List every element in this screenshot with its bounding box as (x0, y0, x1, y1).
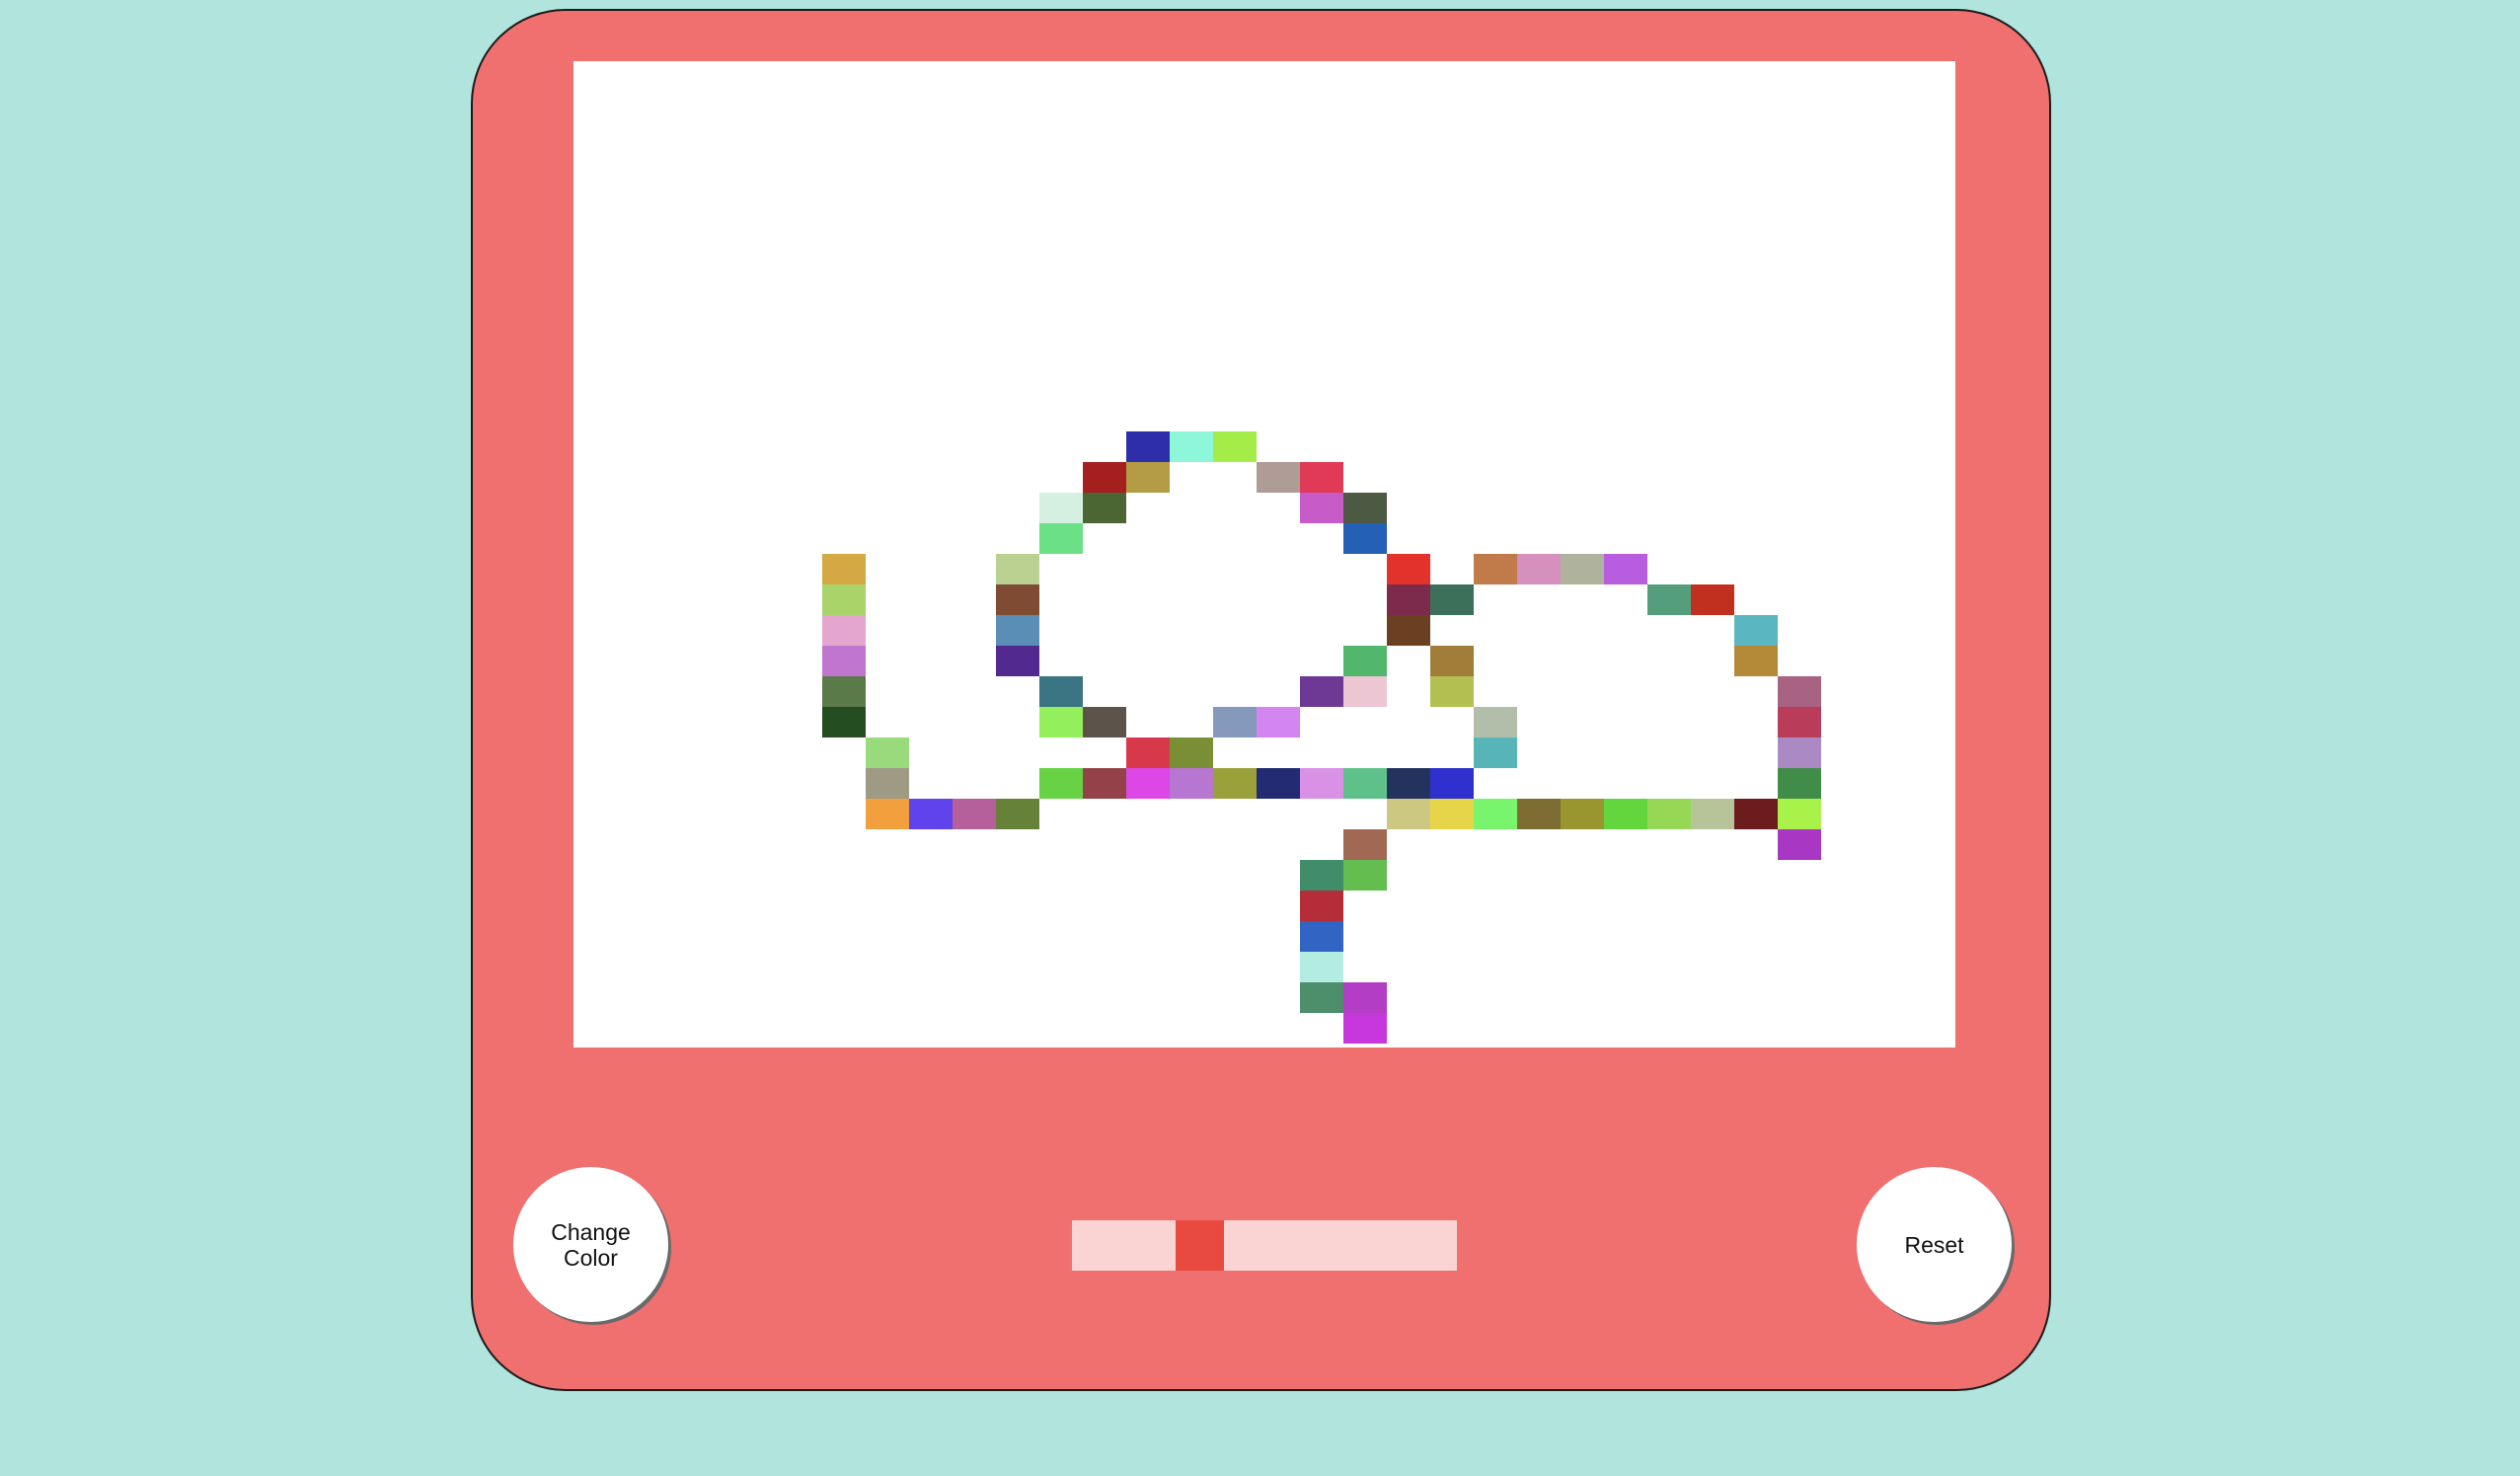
drawn-pixel (1734, 615, 1778, 646)
drawn-pixel (1778, 707, 1821, 738)
drawn-pixel (1517, 554, 1561, 584)
drawn-pixel (1430, 646, 1474, 676)
drawn-pixel (996, 799, 1039, 829)
color-slider[interactable] (1072, 1220, 1457, 1271)
drawn-pixel (1170, 431, 1213, 462)
drawn-pixel (1039, 768, 1083, 799)
drawn-pixel (1343, 493, 1387, 523)
drawn-pixel (1039, 523, 1083, 554)
drawn-pixel (1691, 584, 1734, 615)
drawn-pixel (996, 646, 1039, 676)
drawn-pixel (1734, 799, 1778, 829)
drawn-pixel (996, 584, 1039, 615)
drawn-pixel (1343, 768, 1387, 799)
drawn-pixel (1300, 952, 1343, 982)
drawn-pixel (1300, 768, 1343, 799)
drawn-pixel (866, 738, 909, 768)
drawn-pixel (1517, 799, 1561, 829)
drawn-pixel (1778, 799, 1821, 829)
drawn-pixel (1691, 799, 1734, 829)
drawn-pixel (1257, 768, 1300, 799)
drawn-pixel (1778, 829, 1821, 860)
drawn-pixel (1387, 615, 1430, 646)
color-slider-thumb[interactable] (1176, 1220, 1224, 1271)
drawn-pixel (1126, 768, 1170, 799)
reset-button[interactable]: Reset (1857, 1167, 2012, 1322)
drawn-pixel (1039, 676, 1083, 707)
drawn-pixel (1343, 523, 1387, 554)
change-color-button[interactable]: Change Color (513, 1167, 668, 1322)
drawn-pixel (1387, 799, 1430, 829)
drawn-pixel (1170, 738, 1213, 768)
drawn-pixel (866, 799, 909, 829)
drawn-pixel (822, 676, 866, 707)
drawn-pixel (1647, 799, 1691, 829)
drawn-pixel (1387, 554, 1430, 584)
drawn-pixel (1300, 982, 1343, 1013)
drawn-pixel (1126, 738, 1170, 768)
drawn-pixel (1039, 707, 1083, 738)
drawn-pixel (1343, 1013, 1387, 1044)
drawn-pixel (1561, 554, 1604, 584)
drawn-pixel (1778, 738, 1821, 768)
drawn-pixel (1734, 646, 1778, 676)
drawn-pixel (1126, 462, 1170, 493)
drawn-pixel (1430, 799, 1474, 829)
drawn-pixel (822, 584, 866, 615)
drawn-pixel (1778, 768, 1821, 799)
drawn-pixel (1343, 829, 1387, 860)
drawn-pixel (1474, 707, 1517, 738)
drawn-pixel (1170, 768, 1213, 799)
drawn-pixel (822, 615, 866, 646)
drawn-pixel (1300, 860, 1343, 891)
drawn-pixel (953, 799, 996, 829)
drawn-pixel (1300, 891, 1343, 921)
drawn-pixel (1343, 676, 1387, 707)
drawn-pixel (1561, 799, 1604, 829)
drawn-pixel (1778, 676, 1821, 707)
drawn-pixel (1083, 462, 1126, 493)
drawn-pixel (1213, 707, 1257, 738)
drawn-pixel (1387, 584, 1430, 615)
etch-a-sketch-page: Change Color Reset (0, 0, 2520, 1476)
drawn-pixel (866, 768, 909, 799)
drawn-pixel (996, 615, 1039, 646)
drawn-pixel (1039, 493, 1083, 523)
drawn-pixel (1343, 982, 1387, 1013)
drawn-pixel (1474, 799, 1517, 829)
drawn-pixel (822, 646, 866, 676)
drawn-pixel (1647, 584, 1691, 615)
drawn-pixel (1430, 768, 1474, 799)
drawn-pixel (1213, 431, 1257, 462)
drawn-pixel (1430, 584, 1474, 615)
drawing-canvas[interactable] (573, 61, 1955, 1048)
drawn-pixel (996, 554, 1039, 584)
drawn-pixel (1213, 768, 1257, 799)
drawn-pixel (1300, 462, 1343, 493)
drawn-pixel (822, 707, 866, 738)
drawn-pixel (1300, 676, 1343, 707)
drawn-pixel (1257, 462, 1300, 493)
drawn-pixel (1430, 676, 1474, 707)
drawn-pixel (822, 554, 866, 584)
drawn-pixel (1387, 768, 1430, 799)
drawn-pixel (1300, 493, 1343, 523)
drawn-pixel (1126, 431, 1170, 462)
device-frame: Change Color Reset (471, 9, 2051, 1391)
drawn-pixel (1604, 799, 1647, 829)
drawn-pixel (1343, 860, 1387, 891)
drawn-pixel (1474, 738, 1517, 768)
drawn-pixel (1474, 554, 1517, 584)
drawn-pixel (1083, 768, 1126, 799)
drawn-pixel (1604, 554, 1647, 584)
drawn-pixel (1300, 921, 1343, 952)
drawn-pixel (1343, 646, 1387, 676)
drawn-pixel (1257, 707, 1300, 738)
drawn-pixel (909, 799, 953, 829)
drawn-pixel (1083, 493, 1126, 523)
drawn-pixel (1083, 707, 1126, 738)
